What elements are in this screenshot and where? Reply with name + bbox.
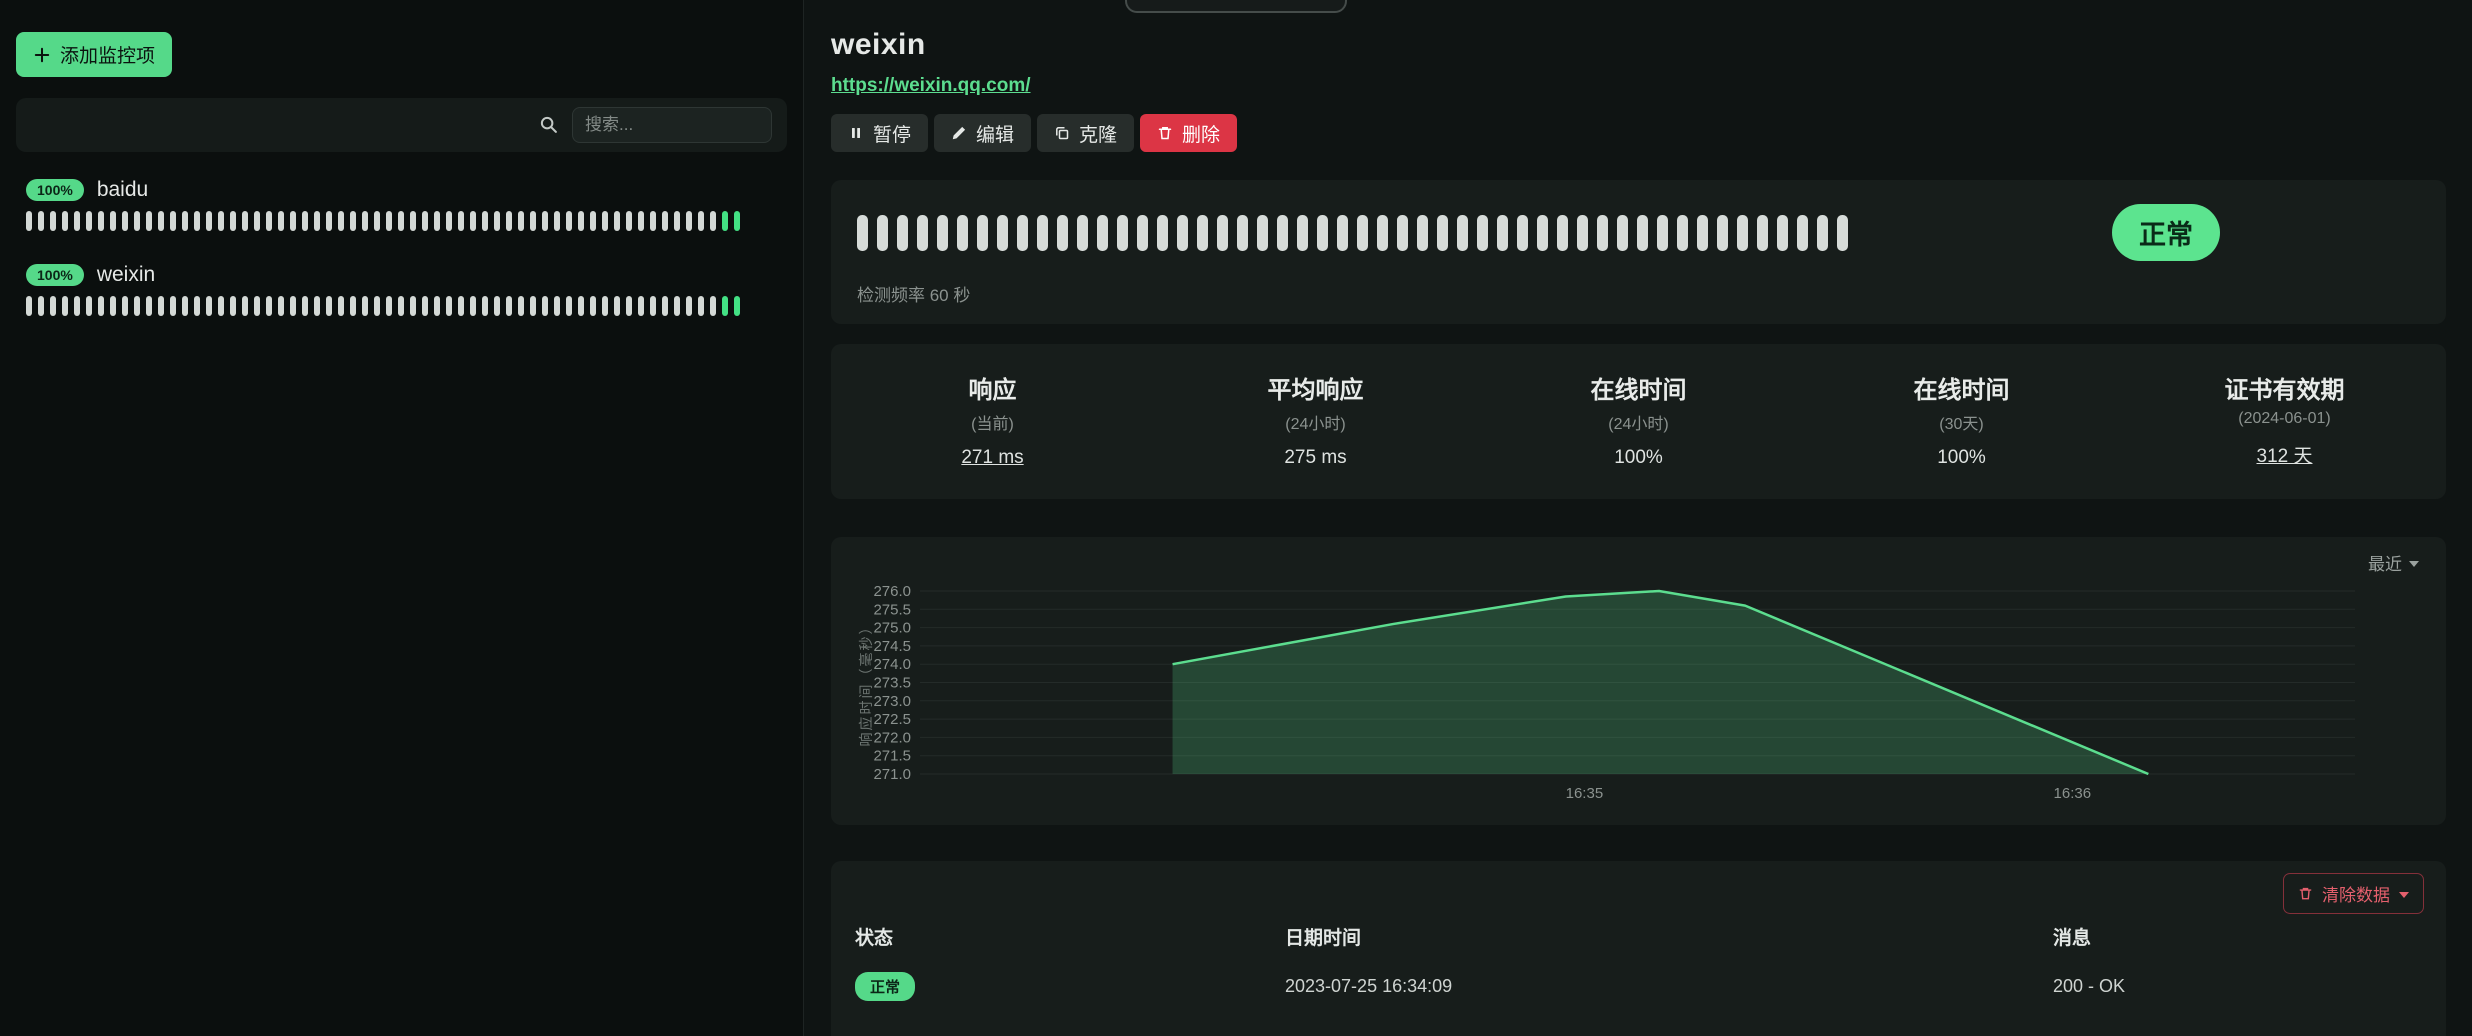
monitor-name: baidu <box>97 178 148 202</box>
app-root: 添加监控项 100% baidu 100% weixin <box>0 0 2472 1036</box>
delete-label: 删除 <box>1182 120 1220 147</box>
heartbeat-bar <box>26 296 777 316</box>
svg-text:16:36: 16:36 <box>2054 785 2092 802</box>
uptime-badge: 100% <box>26 264 84 286</box>
stat-value: 312 天 <box>2123 441 2446 468</box>
monitor-name: weixin <box>97 263 155 287</box>
pause-button[interactable]: 暂停 <box>831 114 928 152</box>
pause-icon <box>848 125 864 141</box>
trash-icon <box>2298 886 2313 901</box>
stat-sub: (当前) <box>831 410 1154 434</box>
edit-label: 编辑 <box>976 120 1014 147</box>
svg-text:271.5: 271.5 <box>873 748 911 765</box>
svg-text:275.5: 275.5 <box>873 601 911 618</box>
monitor-list-header <box>16 98 787 152</box>
monitor-list-item-weixin[interactable]: 100% weixin <box>16 257 787 328</box>
svg-text:272.5: 272.5 <box>873 711 911 728</box>
range-label: 最近 <box>2368 550 2402 575</box>
clone-label: 克隆 <box>1079 120 1117 147</box>
stat-cert-expiry: 证书有效期 (2024-06-01) 312 天 <box>2123 370 2446 469</box>
monitor-url-link[interactable]: https://weixin.qq.com/ <box>831 75 1031 97</box>
stat-uptime-30d: 在线时间 (30天) 100% <box>1800 370 2123 469</box>
svg-text:275.0: 275.0 <box>873 620 911 637</box>
page-title: weixin <box>831 28 2446 62</box>
stat-title: 平均响应 <box>1154 370 1477 405</box>
search-icon <box>539 115 559 135</box>
events-card: 清除数据 状态 日期时间 消息 正常 2023-07-25 16:34:09 2… <box>831 861 2446 1036</box>
stat-value: 275 ms <box>1154 447 1477 469</box>
add-monitor-label: 添加监控项 <box>60 41 155 68</box>
stat-avg-response: 平均响应 (24小时) 275 ms <box>1154 370 1477 469</box>
svg-text:16:35: 16:35 <box>1566 785 1604 802</box>
header-status: 状态 <box>855 923 1285 950</box>
header-message: 消息 <box>2053 923 2422 950</box>
heartbeat-card: 正常 检测频率 60 秒 <box>831 180 2446 324</box>
delete-button[interactable]: 删除 <box>1140 114 1237 152</box>
check-frequency: 检测频率 60 秒 <box>857 281 2420 306</box>
stat-sub: (2024-06-01) <box>2123 410 2446 428</box>
top-center-tab <box>1125 0 1347 13</box>
svg-text:276.0: 276.0 <box>873 583 911 600</box>
monitor-list-item-baidu[interactable]: 100% baidu <box>16 172 787 243</box>
edit-icon <box>951 125 967 141</box>
chevron-down-icon <box>2409 561 2419 567</box>
svg-text:271.0: 271.0 <box>873 766 911 783</box>
chart-card: 最近 276.0275.5275.0274.5274.0273.5273.027… <box>831 537 2446 825</box>
status-badge: 正常 <box>2112 204 2220 261</box>
svg-text:274.0: 274.0 <box>873 656 911 673</box>
monitor-list: 100% baidu 100% weixin <box>16 172 787 328</box>
clear-data-label: 清除数据 <box>2322 881 2390 906</box>
stat-sub: (24小时) <box>1154 410 1477 434</box>
search-input[interactable] <box>572 107 772 143</box>
stat-sub: (30天) <box>1800 410 2123 434</box>
stat-value: 271 ms <box>831 447 1154 469</box>
sidebar: 添加监控项 100% baidu 100% weixin <box>0 0 804 1036</box>
events-table: 状态 日期时间 消息 正常 2023-07-25 16:34:09 200 - … <box>855 923 2422 1001</box>
events-table-header: 状态 日期时间 消息 <box>855 923 2422 950</box>
table-row: 正常 2023-07-25 16:34:09 200 - OK <box>855 972 2422 1001</box>
header-datetime: 日期时间 <box>1285 923 2053 950</box>
stat-title: 证书有效期 <box>2123 370 2446 405</box>
chevron-down-icon <box>2399 892 2409 898</box>
stat-title: 在线时间 <box>1800 370 2123 405</box>
edit-button[interactable]: 编辑 <box>934 114 1031 152</box>
plus-icon <box>33 46 51 64</box>
stat-value: 100% <box>1477 447 1800 469</box>
uptime-badge: 100% <box>26 179 84 201</box>
svg-text:响应时间（毫秒）: 响应时间（毫秒） <box>858 619 874 747</box>
stat-response: 响应 (当前) 271 ms <box>831 370 1154 469</box>
svg-text:272.0: 272.0 <box>873 729 911 746</box>
stats-card: 响应 (当前) 271 ms 平均响应 (24小时) 275 ms 在线时间 (… <box>831 344 2446 499</box>
event-message: 200 - OK <box>2053 976 2422 997</box>
status-badge: 正常 <box>855 972 915 1001</box>
svg-text:273.5: 273.5 <box>873 675 911 692</box>
heartbeat-bar-large <box>857 215 1848 251</box>
stat-uptime-24h: 在线时间 (24小时) 100% <box>1477 370 1800 469</box>
event-datetime: 2023-07-25 16:34:09 <box>1285 976 2053 997</box>
action-buttons: 暂停 编辑 克隆 删除 <box>831 114 2446 152</box>
heartbeat-bar <box>26 211 777 231</box>
pause-label: 暂停 <box>873 120 911 147</box>
add-monitor-button[interactable]: 添加监控项 <box>16 32 172 77</box>
stat-sub: (24小时) <box>1477 410 1800 434</box>
monitor-detail: weixin https://weixin.qq.com/ 暂停 编辑 克隆 <box>804 0 2472 1036</box>
response-time-chart: 276.0275.5 275.0274.5274.0 273.5273.0272.5… <box>855 551 2422 813</box>
svg-text:274.5: 274.5 <box>873 638 911 655</box>
stat-value: 100% <box>1800 447 2123 469</box>
trash-icon <box>1157 125 1173 141</box>
stat-title: 响应 <box>831 370 1154 405</box>
clone-button[interactable]: 克隆 <box>1037 114 1134 152</box>
clone-icon <box>1054 125 1070 141</box>
chart-range-selector[interactable]: 最近 <box>2368 550 2419 575</box>
stat-title: 在线时间 <box>1477 370 1800 405</box>
clear-data-button[interactable]: 清除数据 <box>2283 873 2424 914</box>
svg-text:273.0: 273.0 <box>873 693 911 710</box>
